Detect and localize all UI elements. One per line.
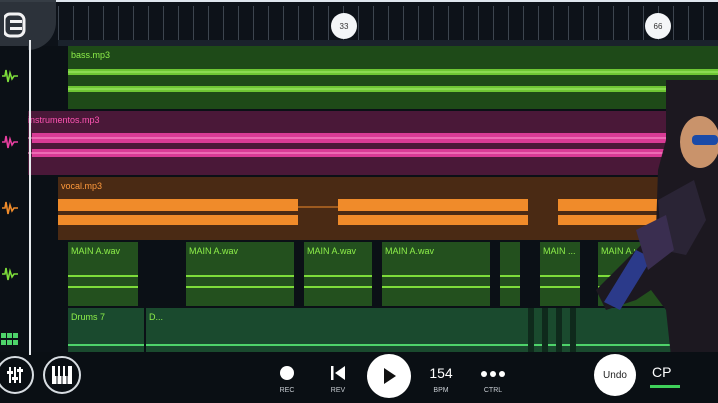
waveform	[382, 275, 490, 288]
pattern-clip[interactable]: Drums 7	[68, 308, 144, 352]
drum-pads-icon[interactable]	[0, 330, 20, 350]
record-icon	[280, 366, 294, 380]
bpm-value[interactable]: 154	[421, 365, 461, 381]
play-icon	[384, 368, 396, 384]
playhead[interactable]	[29, 40, 31, 355]
rewind-label: REV	[330, 387, 346, 394]
timeline-ruler[interactable]: 33 66	[0, 0, 718, 46]
rewind-button[interactable]	[318, 360, 358, 387]
mixer-icon	[7, 367, 23, 383]
menu-icon	[4, 12, 26, 38]
waveform-icon[interactable]	[0, 132, 20, 152]
ruler-ticks	[58, 6, 718, 44]
cpu-meter	[650, 385, 680, 388]
play-button[interactable]	[367, 354, 411, 398]
piano-icon	[52, 366, 72, 384]
cpu-label: CP	[652, 364, 672, 380]
waveform-icon[interactable]	[0, 198, 20, 218]
audio-clip[interactable]: MAIN A.wav	[186, 242, 294, 306]
audio-clip[interactable]: MAIN A.wav	[68, 242, 138, 306]
rewind-icon	[331, 366, 345, 380]
waveform	[540, 275, 580, 288]
bar-marker-66[interactable]: 66	[645, 13, 671, 39]
more-icon	[481, 371, 505, 377]
waveform	[304, 275, 372, 288]
audio-clip[interactable]: MAIN A.wav	[304, 242, 372, 306]
track-sidebar	[0, 46, 28, 352]
undo-button[interactable]: Undo	[594, 354, 636, 396]
ctrl-button[interactable]	[473, 360, 513, 384]
waveform	[68, 275, 138, 288]
waveform	[500, 275, 520, 288]
record-label: REC	[279, 387, 295, 394]
audio-clip[interactable]: MAIN ...	[540, 242, 580, 306]
ctrl-label: CTRL	[483, 387, 503, 394]
waveform	[186, 275, 294, 288]
audio-clip[interactable]: MAIN A.wav	[382, 242, 490, 306]
pattern-steps	[68, 344, 144, 346]
audio-clip[interactable]	[500, 242, 520, 306]
waveform-icon[interactable]	[0, 66, 20, 86]
piano-roll-button[interactable]	[43, 356, 81, 394]
bar-marker-33[interactable]: 33	[331, 13, 357, 39]
bpm-label: BPM	[433, 387, 449, 394]
record-button[interactable]	[267, 360, 307, 386]
waveform-icon[interactable]	[0, 264, 20, 284]
